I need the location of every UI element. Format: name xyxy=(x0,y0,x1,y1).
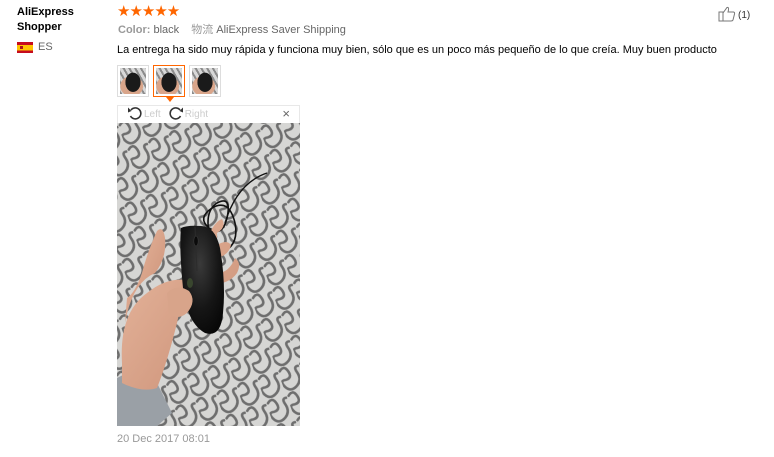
review-meta: Color: black 物流 AliExpress Saver Shippin… xyxy=(118,23,346,37)
viewer-toolbar: Left Right × xyxy=(117,105,300,123)
reviewer-country: ES xyxy=(17,41,107,53)
rotate-left-button[interactable]: Left xyxy=(127,106,161,123)
color-value: black xyxy=(153,24,180,36)
review-photo xyxy=(117,123,300,426)
thumbnail-2[interactable] xyxy=(153,65,185,102)
helpful-button[interactable]: (1) xyxy=(718,6,750,25)
helpful-count: (1) xyxy=(738,10,751,21)
reviewer-name: AliExpress Shopper xyxy=(17,6,74,33)
photo-viewer: Left Right × xyxy=(117,105,300,426)
rotate-right-icon xyxy=(168,106,185,123)
close-viewer-button[interactable]: × xyxy=(282,107,290,121)
reviewer-info: AliExpress Shopper ES xyxy=(17,5,107,53)
thumbnail-image xyxy=(156,68,182,94)
photo-thumbnails xyxy=(117,65,221,102)
review-date: 20 Dec 2017 08:01 xyxy=(117,433,210,445)
shipping-value: AliExpress Saver Shipping xyxy=(216,24,346,36)
spain-flag-icon xyxy=(17,41,33,53)
rotate-left-icon xyxy=(127,106,144,123)
thumbnail-image xyxy=(120,68,146,94)
thumbnail-image xyxy=(192,68,218,94)
thumbs-up-icon xyxy=(718,6,736,25)
country-code: ES xyxy=(38,41,53,53)
shipping-label: 物流 xyxy=(191,24,214,36)
thumbnail-1[interactable] xyxy=(117,65,149,97)
rotate-right-label: Right xyxy=(184,109,209,120)
rotate-right-button[interactable]: Right xyxy=(168,106,208,123)
rotate-left-label: Left xyxy=(144,109,161,120)
thumbnail-3[interactable] xyxy=(189,65,221,97)
star-rating: ★★★★★ xyxy=(117,3,180,20)
color-label: Color: xyxy=(118,24,151,36)
review-text: La entrega ha sido muy rápida y funciona… xyxy=(117,44,717,56)
